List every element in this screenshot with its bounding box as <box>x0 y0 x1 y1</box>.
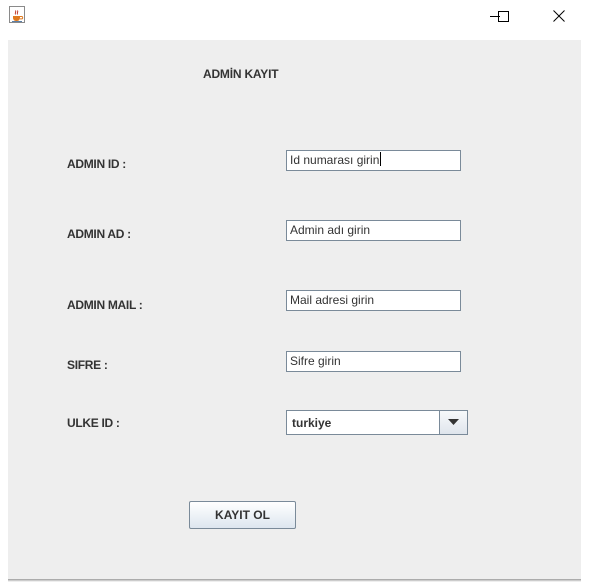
dropdown-arrow-button[interactable] <box>439 411 467 434</box>
close-icon <box>553 10 565 22</box>
app-window: ADMİN KAYIT ADMIN ID : Id numarası girin… <box>0 0 589 588</box>
ulke-id-label: ULKE ID : <box>67 416 120 430</box>
bottom-shadow <box>8 579 581 582</box>
admin-mail-label: ADMIN MAIL : <box>67 298 143 312</box>
admin-mail-value: Mail adresi girin <box>290 293 375 307</box>
admin-ad-field[interactable]: Admin adı girin <box>286 220 461 241</box>
admin-ad-value: Admin adı girin <box>290 223 371 237</box>
java-cup-icon[interactable] <box>9 6 25 23</box>
sifre-field[interactable]: Sifre girin <box>286 351 461 372</box>
admin-ad-label: ADMIN AD : <box>67 227 131 241</box>
window-bottom-edge <box>0 579 589 588</box>
title-bar[interactable] <box>0 0 589 40</box>
sifre-value: Sifre girin <box>290 354 341 368</box>
admin-id-field[interactable]: Id numarası girin <box>286 150 461 171</box>
maximize-icon <box>498 11 509 22</box>
ulke-id-selected: turkiye <box>292 416 332 430</box>
close-button[interactable] <box>536 0 582 32</box>
dropdown-arrow-icon <box>448 419 459 425</box>
kayit-ol-button[interactable]: KAYIT OL <box>189 501 296 529</box>
admin-id-label: ADMIN ID : <box>67 157 126 171</box>
text-caret <box>380 152 382 166</box>
admin-id-value: Id numarası girin <box>290 153 380 167</box>
form-title: ADMİN KAYIT <box>203 67 279 81</box>
ulke-id-dropdown[interactable]: turkiye <box>286 410 468 435</box>
maximize-button[interactable] <box>480 0 526 32</box>
sifre-label: SIFRE : <box>67 358 108 372</box>
admin-mail-field[interactable]: Mail adresi girin <box>286 290 461 311</box>
